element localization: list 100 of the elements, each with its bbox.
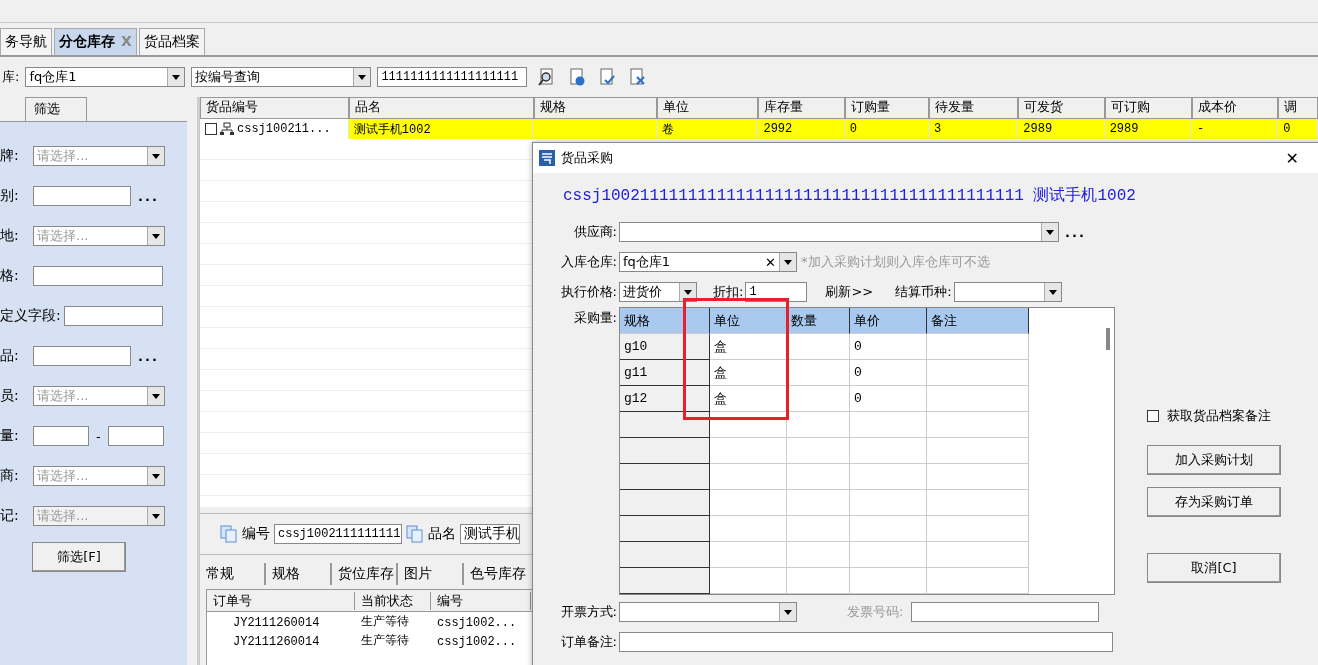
code-field[interactable]: cssj1002111111111	[274, 524, 402, 544]
query-field[interactable]: 1111111111111111111	[377, 67, 528, 87]
table-cell: 生产等待	[361, 615, 409, 629]
checkbox[interactable]	[1147, 410, 1159, 422]
dialog-button[interactable]: 取消[C]	[1147, 553, 1281, 583]
document-tab[interactable]: 分仓库存 X	[54, 28, 137, 55]
warehouse-select[interactable]: fq仓库1	[25, 67, 186, 87]
document-check-icon[interactable]	[597, 67, 618, 87]
filter-button[interactable]: 筛选[F]	[32, 542, 126, 572]
detail-tab[interactable]: 图片	[398, 563, 464, 585]
name-field[interactable]: 测试手机	[460, 524, 520, 544]
detail-tab[interactable]: 货位库存	[332, 563, 398, 585]
filter-tab[interactable]: 筛选	[25, 97, 87, 121]
range-from-field[interactable]	[33, 426, 89, 446]
price-select[interactable]: 进货价	[619, 282, 697, 302]
column-header[interactable]: 可订购	[1104, 97, 1192, 119]
detail-tab[interactable]: 常规	[200, 563, 266, 585]
filter-label: 牌:	[0, 147, 20, 165]
row-header-cell[interactable]: g12	[620, 386, 710, 412]
table-cell	[787, 334, 850, 360]
filter-field[interactable]	[33, 186, 131, 206]
document-delete-icon[interactable]	[627, 67, 648, 87]
refresh-link[interactable]: 刷新>>	[825, 283, 874, 301]
column-header[interactable]: 数量	[787, 308, 850, 334]
clear-button[interactable]: ✕	[765, 254, 776, 270]
column-header[interactable]: 待发量	[929, 97, 1019, 119]
column-header[interactable]: 单位	[657, 97, 759, 119]
product-code: cssj100211...	[237, 122, 331, 136]
quantity-label: 采购量:	[572, 309, 617, 327]
table-cell: 0	[850, 360, 927, 386]
code-label: 编号	[242, 525, 270, 543]
supplier-select[interactable]	[619, 222, 1059, 242]
filter-field[interactable]	[33, 346, 131, 366]
column-header[interactable]: 单价	[850, 308, 927, 334]
dialog-button[interactable]: 存为采购订单	[1147, 487, 1281, 517]
row-checkbox[interactable]	[205, 123, 217, 135]
table-cell	[787, 386, 850, 412]
table-cell: cssj1002...	[437, 615, 517, 630]
row-header-cell[interactable]	[620, 516, 710, 542]
column-header[interactable]: 规格	[534, 97, 658, 119]
row-header-cell[interactable]	[620, 412, 710, 438]
close-button[interactable]: ✕	[1285, 148, 1299, 168]
browse-button[interactable]: ...	[138, 188, 159, 204]
invoice-number-label: 发票号码:	[847, 603, 904, 621]
column-header[interactable]: 调	[1278, 97, 1318, 119]
table-cell: cssj1002...	[437, 634, 517, 649]
column-header[interactable]: 品名	[348, 97, 535, 119]
row-header-cell[interactable]	[620, 490, 710, 516]
app-icon	[539, 150, 555, 166]
order-remark-field[interactable]	[619, 632, 1113, 652]
row-header-cell[interactable]: g11	[620, 360, 710, 386]
column-header[interactable]: 可发货	[1018, 97, 1105, 119]
row-header-cell[interactable]	[620, 542, 710, 568]
column-header[interactable]: 库存量	[758, 97, 845, 119]
column-header[interactable]: 订购量	[844, 97, 930, 119]
copy-icon[interactable]	[220, 525, 238, 543]
table-cell	[787, 412, 850, 438]
row-header-cell[interactable]	[620, 568, 710, 594]
document-tab[interactable]: 务导航	[0, 28, 52, 55]
filter-label: 量:	[0, 427, 20, 445]
warehouse-select[interactable]: fq仓库1 ✕	[619, 252, 797, 272]
table-cell	[787, 490, 850, 516]
dialog-button[interactable]: 加入采购计划	[1147, 445, 1281, 475]
scrollbar[interactable]	[1106, 328, 1110, 350]
invoice-type-select[interactable]	[619, 602, 797, 622]
copy-icon[interactable]	[406, 525, 424, 543]
table-cell	[787, 464, 850, 490]
row-header-cell[interactable]	[620, 464, 710, 490]
column-header[interactable]: 当前状态	[355, 591, 431, 610]
filter-field[interactable]	[63, 306, 163, 326]
filter-label: 员:	[0, 387, 20, 405]
query-mode-select[interactable]: 按编号查询	[191, 67, 372, 87]
row-header-cell[interactable]	[620, 438, 710, 464]
supplier-label: 供应商:	[572, 223, 617, 241]
table-cell	[787, 568, 850, 594]
currency-select[interactable]	[953, 282, 1062, 302]
browse-button[interactable]: ...	[1065, 224, 1086, 240]
browse-button[interactable]: ...	[138, 348, 159, 364]
column-header[interactable]: 成本价	[1191, 97, 1279, 119]
table-cell: 0	[850, 334, 927, 360]
table-row[interactable]: cssj100211... 测试手机1002 卷 2992 0 3 2989 2989 - 0	[200, 119, 1318, 139]
filter-label: 地:	[0, 227, 20, 245]
column-header[interactable]: 备注	[927, 308, 1029, 334]
invoice-number-field[interactable]	[911, 602, 1100, 622]
product-heading: cssj10021111111111111111111111111111111111111111 测试手机1002	[563, 185, 1136, 206]
document-tab[interactable]: 货品档案	[138, 28, 205, 55]
column-header[interactable]: 货品编号	[200, 97, 349, 119]
range-to-field[interactable]	[107, 426, 164, 446]
table-cell	[787, 516, 850, 542]
column-header[interactable]: 单位	[710, 308, 787, 334]
table-cell: JY2111260014	[233, 615, 320, 630]
column-header[interactable]: 订单号	[207, 591, 355, 610]
column-header[interactable]: 编号	[431, 591, 531, 610]
range-separator: -	[96, 428, 101, 444]
filter-field[interactable]	[33, 266, 163, 286]
detail-tab[interactable]: 规格	[266, 563, 332, 585]
row-header-cell[interactable]: g10	[620, 334, 710, 360]
column-header[interactable]: 规格	[620, 308, 710, 334]
invoice-type-label: 开票方式:	[559, 603, 617, 621]
table-cell: 生产等待	[361, 634, 409, 648]
